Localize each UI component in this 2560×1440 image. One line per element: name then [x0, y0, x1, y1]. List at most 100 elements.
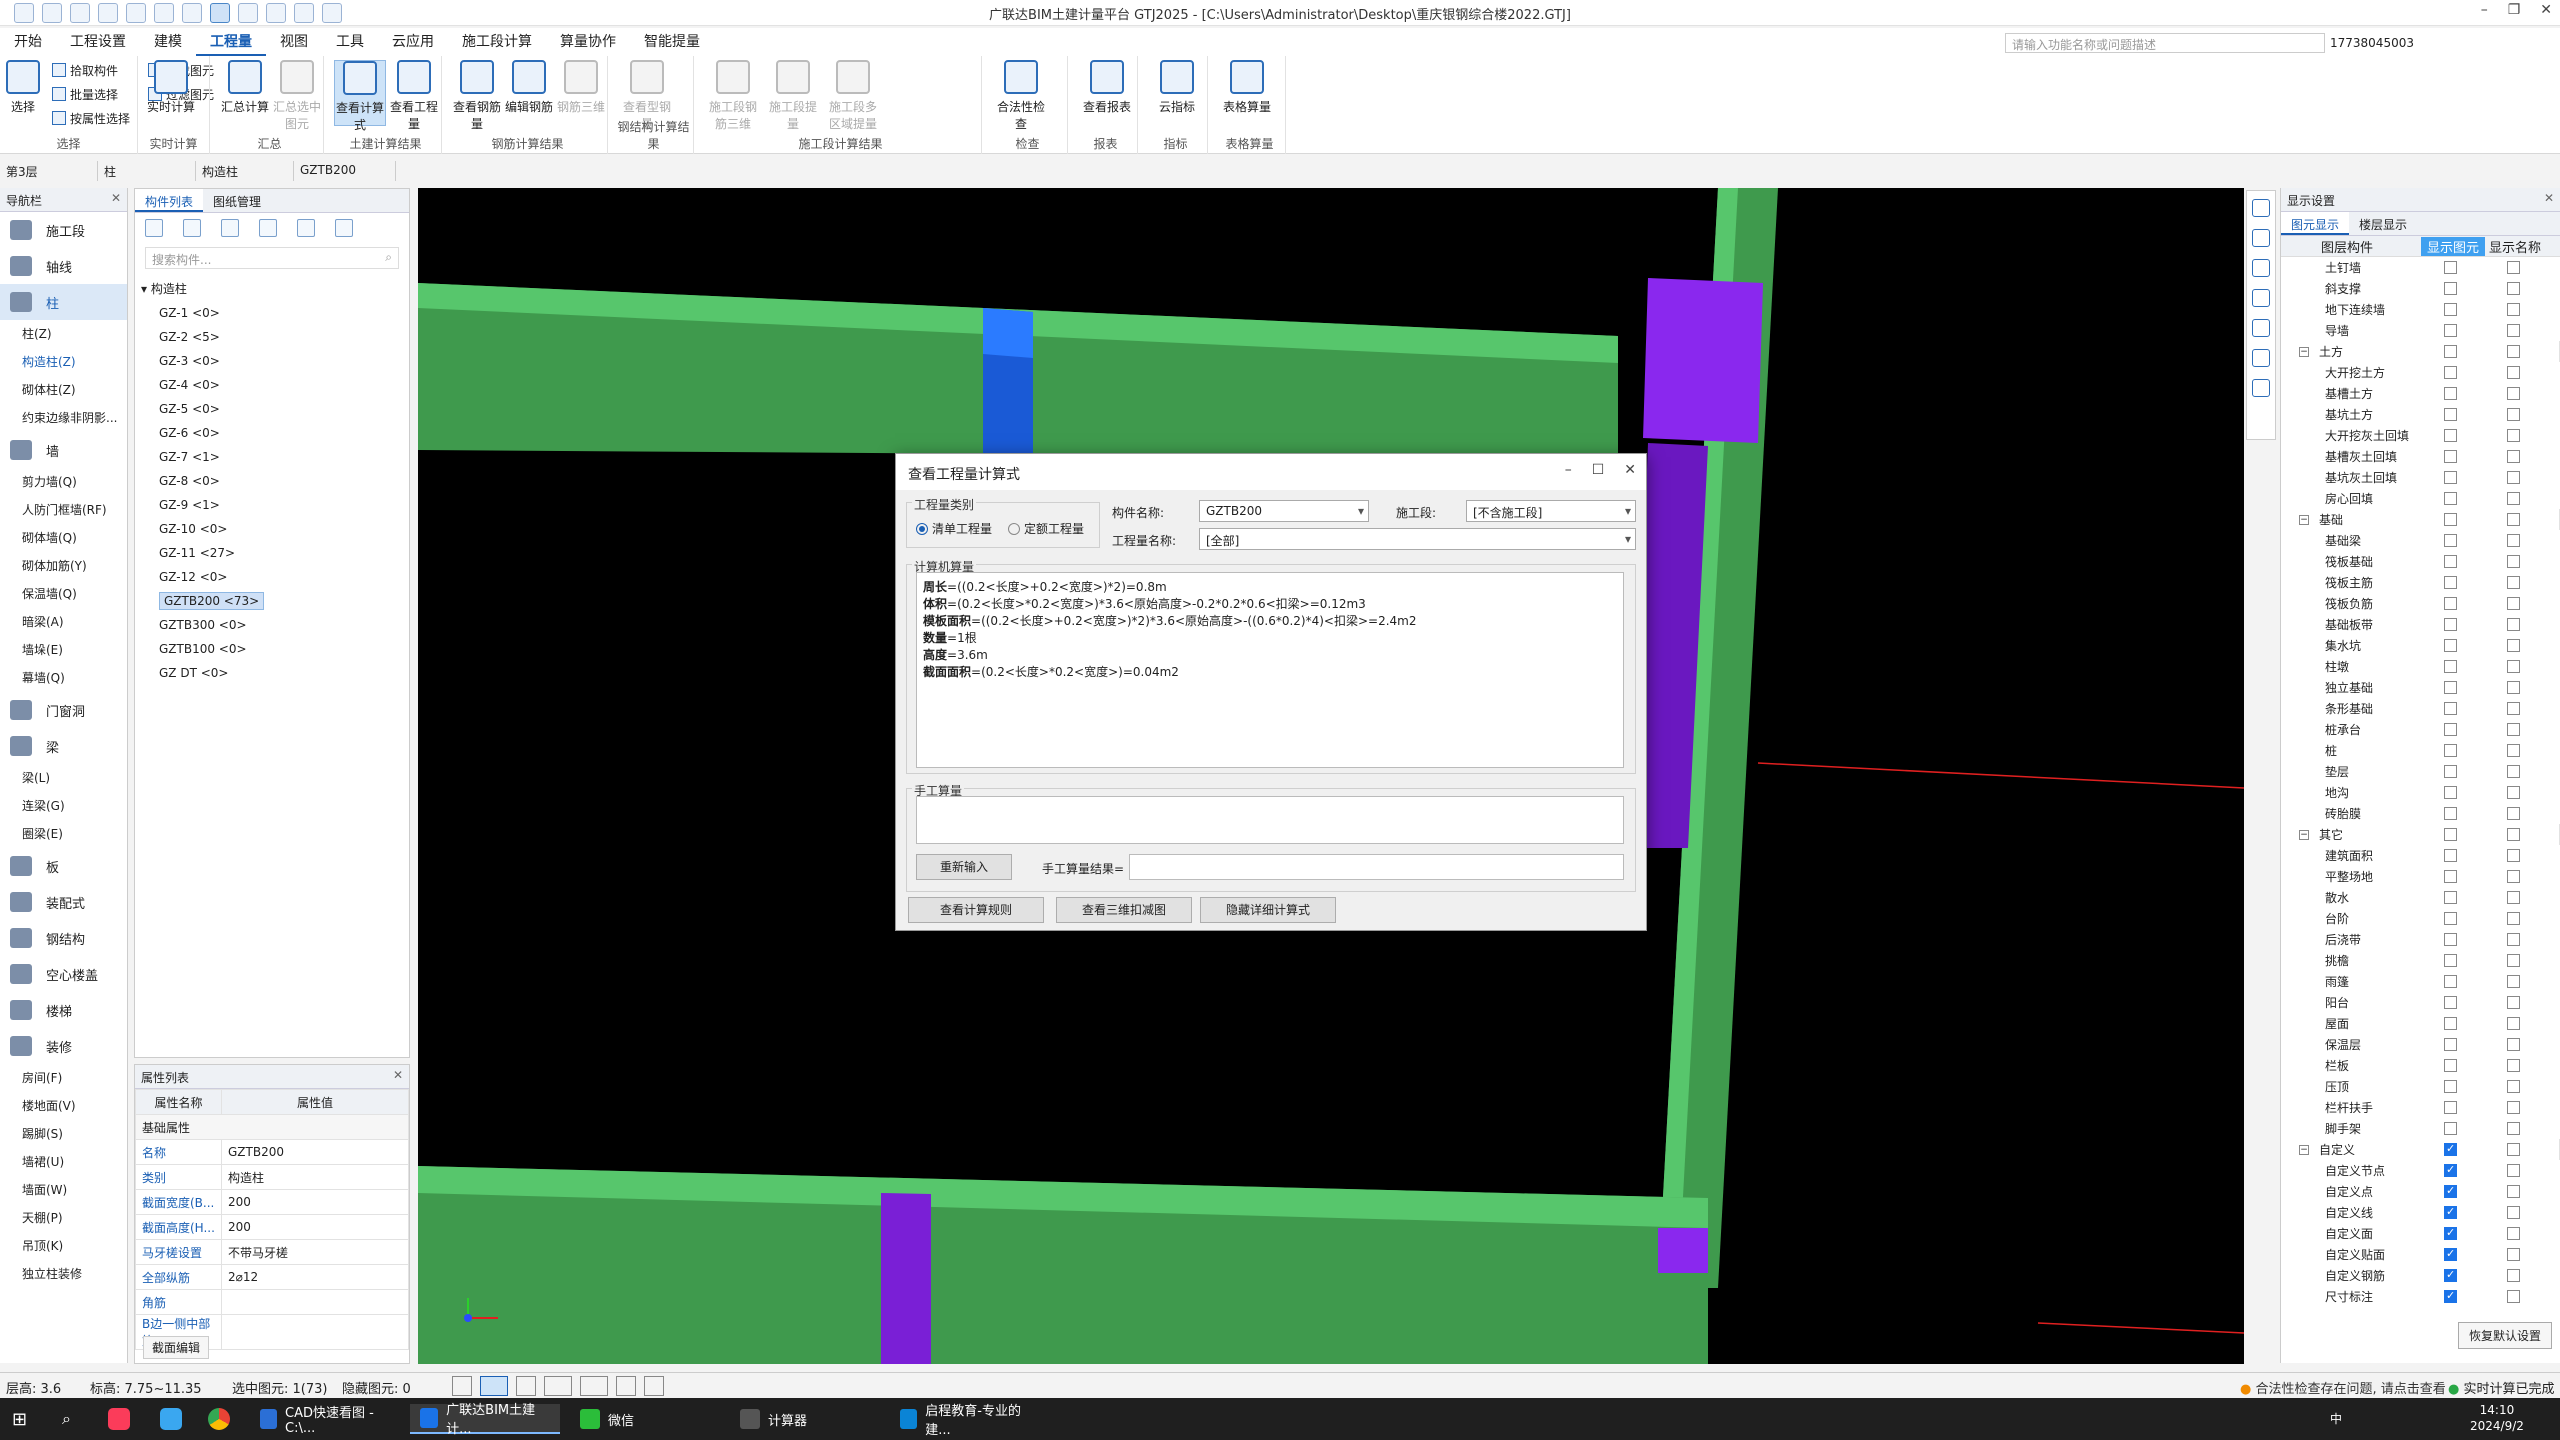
nav-category-9[interactable]: 空心楼盖 [0, 956, 127, 992]
component-item[interactable]: GZ-3 <0> [141, 349, 403, 373]
show-element-checkbox[interactable] [2444, 933, 2457, 946]
nav-category-5[interactable]: 梁 [0, 728, 127, 764]
show-name-checkbox[interactable] [2507, 639, 2520, 652]
show-name-checkbox[interactable] [2507, 618, 2520, 631]
top-view-icon[interactable] [2252, 229, 2270, 247]
show-element-checkbox[interactable] [2444, 828, 2457, 841]
show-element-checkbox[interactable] [2444, 1059, 2457, 1072]
show-name-checkbox[interactable] [2507, 387, 2520, 400]
taskbar-app-3[interactable]: 计算器 [730, 1404, 880, 1434]
props-row[interactable]: 截面宽度(B... 200 [135, 1189, 409, 1215]
taskbar-app-1[interactable]: 广联达BIM土建计... [410, 1403, 560, 1437]
ribbon-button-2-0[interactable]: 汇总计算 [220, 60, 270, 115]
nav-category-6[interactable]: 板 [0, 848, 127, 884]
app-icon[interactable] [160, 1408, 182, 1430]
component-select[interactable]: GZTB200 [296, 161, 396, 181]
show-name-checkbox[interactable] [2507, 1080, 2520, 1093]
show-element-checkbox[interactable] [2444, 639, 2457, 652]
show-element-checkbox[interactable] [2444, 618, 2457, 631]
show-name-checkbox[interactable] [2507, 870, 2520, 883]
show-element-checkbox[interactable] [2444, 681, 2457, 694]
ribbon-button-3-1[interactable]: 查看工程量 [388, 60, 440, 132]
tab-0[interactable]: 构件列表 [135, 189, 204, 212]
menu-item-8[interactable]: 算量协作 [546, 28, 630, 56]
show-name-checkbox[interactable] [2507, 471, 2520, 484]
show-name-checkbox[interactable] [2507, 891, 2520, 904]
show-name-checkbox[interactable] [2507, 1206, 2520, 1219]
show-element-checkbox[interactable] [2444, 513, 2457, 526]
show-element-checkbox[interactable] [2444, 1163, 2457, 1177]
show-name-checkbox[interactable] [2507, 429, 2520, 442]
prop-value[interactable]: 不带马牙槎 [221, 1239, 409, 1265]
show-element-checkbox[interactable] [2444, 261, 2457, 274]
ribbon-small-button-0[interactable]: 拾取构件 [52, 62, 118, 79]
show-element-checkbox[interactable] [2444, 1122, 2457, 1135]
show-name-checkbox[interactable] [2507, 723, 2520, 736]
show-name-checkbox[interactable] [2507, 492, 2520, 505]
show-element-checkbox[interactable] [2444, 1247, 2457, 1261]
nav-subitem[interactable]: 人防门框墙(RF) [0, 496, 127, 524]
close-icon[interactable]: ✕ [111, 191, 121, 205]
ribbon-button-6-1[interactable]: 施工段提量 [764, 60, 822, 132]
nav-category-8[interactable]: 钢结构 [0, 920, 127, 956]
show-name-checkbox[interactable] [2507, 681, 2520, 694]
show-element-checkbox[interactable] [2444, 870, 2457, 883]
new-component-icon[interactable] [145, 219, 163, 237]
show-element-checkbox[interactable] [2444, 492, 2457, 505]
ribbon-button-7-0[interactable]: 合法性检查 [992, 60, 1050, 132]
reinput-button[interactable]: 重新输入 [916, 854, 1012, 880]
collapse-icon[interactable]: − [2299, 346, 2309, 357]
props-row[interactable]: 马牙槎设置 不带马牙槎 [135, 1239, 409, 1265]
show-element-checkbox[interactable] [2444, 282, 2457, 295]
type-select[interactable]: 柱 [100, 161, 196, 181]
grid-icon[interactable] [616, 1376, 636, 1396]
props-row[interactable]: 截面高度(H... 200 [135, 1214, 409, 1240]
show-name-checkbox[interactable] [2507, 408, 2520, 421]
show-name-checkbox[interactable] [2507, 1248, 2520, 1261]
nav-category-1[interactable]: 轴线 [0, 248, 127, 284]
nav-category-4[interactable]: 门窗洞 [0, 692, 127, 728]
show-name-checkbox[interactable] [2507, 1122, 2520, 1135]
component-item[interactable]: GZ-11 <27> [141, 541, 403, 565]
component-item[interactable]: GZ-2 <5> [141, 325, 403, 349]
show-name-checkbox[interactable] [2507, 1101, 2520, 1114]
menu-item-3[interactable]: 工程量 [196, 28, 266, 56]
show-name-checkbox[interactable] [2507, 303, 2520, 316]
show-name-checkbox[interactable] [2507, 1017, 2520, 1030]
ribbon-button-4-2[interactable]: 钢筋三维 [556, 60, 606, 115]
props-row[interactable]: 全部纵筋 2⌀12 [135, 1264, 409, 1290]
collapse-icon[interactable]: − [2299, 829, 2309, 840]
show-name-checkbox[interactable] [2507, 912, 2520, 925]
ribbon-button-1-0[interactable]: 实时计算 [142, 60, 200, 115]
show-name-checkbox[interactable] [2507, 450, 2520, 463]
clock[interactable]: 14:10 2024/9/2 [2470, 1402, 2524, 1434]
prop-value[interactable]: 200 [221, 1189, 409, 1215]
arc-icon[interactable] [644, 1376, 664, 1396]
nav-subitem[interactable]: 吊顶(K) [0, 1232, 127, 1260]
component-search-input[interactable]: 搜索构件... ⌕ [145, 247, 399, 269]
show-element-checkbox[interactable] [2444, 702, 2457, 715]
prop-value[interactable] [221, 1314, 409, 1350]
show-element-checkbox[interactable] [2444, 303, 2457, 316]
component-item[interactable]: GZTB300 <0> [141, 613, 403, 637]
display-tab-0[interactable]: 图元显示 [2281, 212, 2350, 235]
show-element-checkbox[interactable] [2444, 534, 2457, 547]
menu-item-9[interactable]: 智能提量 [630, 28, 714, 56]
props-group-row[interactable]: 基础属性 [135, 1114, 409, 1140]
nav-subitem[interactable]: 梁(L) [0, 764, 127, 792]
component-item[interactable]: GZ-12 <0> [141, 565, 403, 589]
show-name-checkbox[interactable] [2507, 282, 2520, 295]
show-name-checkbox[interactable] [2507, 660, 2520, 673]
show-element-checkbox[interactable] [2444, 1101, 2457, 1114]
show-element-checkbox[interactable] [2444, 786, 2457, 799]
show-element-checkbox[interactable] [2444, 555, 2457, 568]
3d-box-icon[interactable] [2252, 289, 2270, 307]
minimize-icon[interactable]: – [1565, 462, 1572, 478]
show-element-checkbox[interactable] [2444, 324, 2457, 337]
comp-name-select[interactable]: GZTB200 [1199, 500, 1369, 522]
show-element-checkbox[interactable] [2444, 912, 2457, 925]
show-name-checkbox[interactable] [2507, 1290, 2520, 1303]
tree-group[interactable]: ▾ 构造柱 [141, 277, 403, 301]
ribbon-button-6-0[interactable]: 施工段钢筋三维 [704, 60, 762, 132]
nav-subitem[interactable]: 独立柱装修 [0, 1260, 127, 1288]
